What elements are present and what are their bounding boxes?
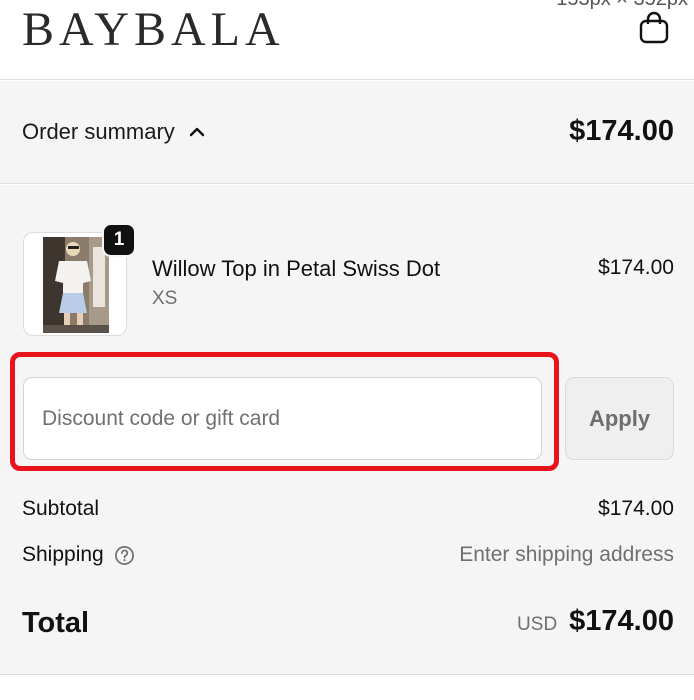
subtotal-value: $174.00 bbox=[598, 497, 674, 520]
order-summary-label: Order summary bbox=[22, 119, 175, 144]
help-circle-icon[interactable] bbox=[114, 545, 135, 566]
shipping-value: Enter shipping address bbox=[459, 543, 674, 566]
product-variant: XS bbox=[152, 288, 178, 309]
cart-button[interactable] bbox=[636, 10, 672, 46]
shipping-label: Shipping bbox=[22, 543, 104, 566]
total-amount: $174.00 bbox=[569, 605, 674, 637]
brand-logo[interactable]: BAYBALA bbox=[22, 2, 285, 57]
order-summary-panel: 1 Willow Top in Petal Swiss Dot XS $174.… bbox=[0, 185, 694, 675]
total-label: Total bbox=[22, 607, 90, 639]
chevron-up-icon bbox=[189, 127, 204, 137]
product-image bbox=[43, 237, 109, 333]
order-summary-toggle[interactable]: Order summary bbox=[22, 119, 205, 145]
quantity-badge: 1 bbox=[102, 223, 136, 257]
discount-code-input[interactable] bbox=[23, 377, 542, 460]
subtotal-label: Subtotal bbox=[22, 497, 100, 520]
product-price: $174.00 bbox=[598, 256, 674, 279]
product-name: Willow Top in Petal Swiss Dot bbox=[152, 256, 441, 281]
apply-button[interactable]: Apply bbox=[565, 377, 674, 460]
total-value-group: USD $174.00 bbox=[517, 605, 674, 638]
order-summary-bar: Order summary $174.00 bbox=[0, 81, 694, 184]
shipping-row-label: Shipping bbox=[22, 543, 135, 567]
currency-code: USD bbox=[517, 614, 558, 635]
summary-total: $174.00 bbox=[569, 115, 674, 147]
shopping-bag-icon bbox=[639, 11, 669, 44]
site-header: BAYBALA 153px × 352px bbox=[0, 0, 694, 80]
